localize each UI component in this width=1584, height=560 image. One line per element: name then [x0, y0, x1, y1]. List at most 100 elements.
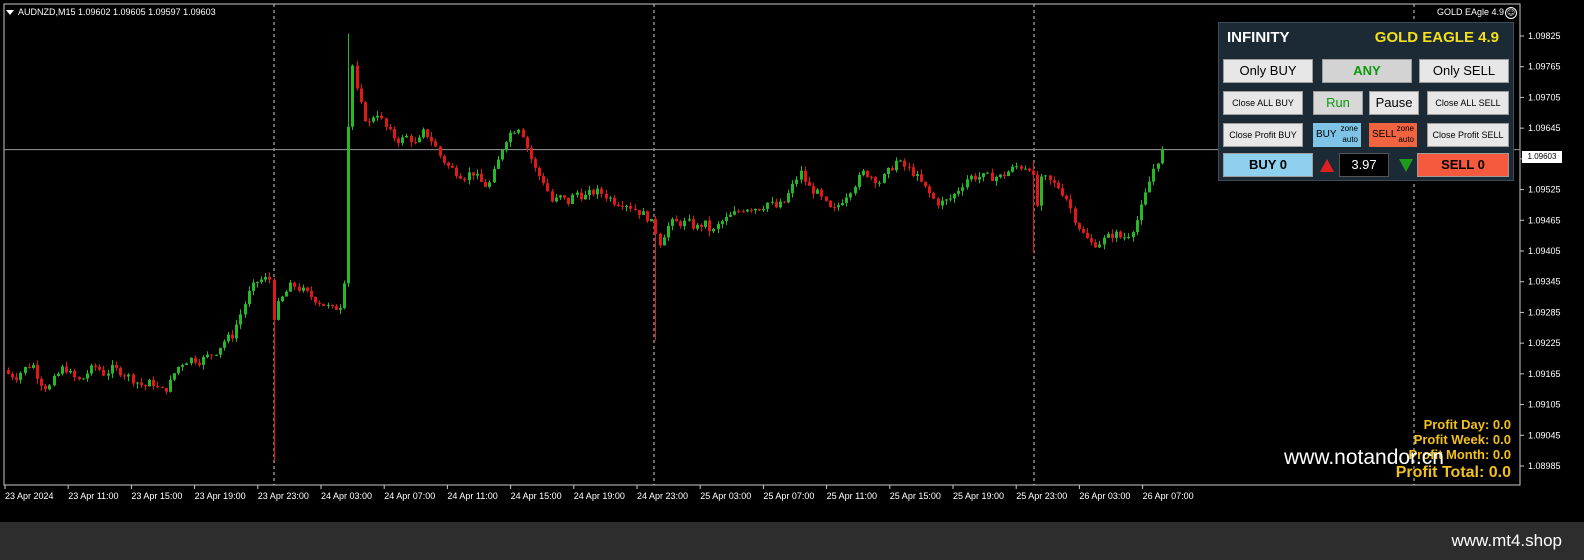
candle-body	[551, 191, 554, 202]
pause-button[interactable]: Pause	[1369, 91, 1419, 115]
y-tick-label: 1.09405	[1528, 246, 1561, 256]
candle-body	[86, 373, 89, 379]
candle-body	[393, 129, 396, 139]
close-all-sell-button[interactable]: Close ALL SELL	[1427, 91, 1509, 115]
candle-body	[758, 208, 761, 211]
candle-body	[1148, 181, 1151, 193]
lot-up-arrow-icon[interactable]	[1320, 159, 1334, 172]
candle-body	[1020, 166, 1023, 169]
candle-body	[679, 221, 682, 227]
candle-body	[584, 194, 587, 200]
candle-body	[223, 341, 226, 348]
candle-body	[825, 196, 828, 201]
mt4-chart-window: 1.098251.097651.097051.096451.095851.095…	[0, 0, 1584, 560]
candle-body	[638, 210, 641, 215]
candle-body	[696, 224, 699, 229]
candle-body	[1157, 163, 1160, 169]
candle-body	[90, 365, 93, 374]
candle-body	[978, 177, 981, 180]
candle-body	[937, 198, 940, 206]
candle-body	[24, 367, 27, 373]
candle-body	[132, 374, 135, 384]
candle-body	[1111, 233, 1114, 238]
close-profit-buy-button[interactable]: Close Profit BUY	[1223, 123, 1303, 147]
x-tick-label: 26 Apr 03:00	[1079, 491, 1130, 501]
candle-body	[1049, 175, 1052, 181]
candle-body	[36, 365, 39, 379]
candle-body	[360, 88, 363, 103]
candle-body	[945, 199, 948, 201]
close-profit-sell-button[interactable]: Close Profit SELL	[1427, 123, 1509, 147]
candle-body	[1078, 223, 1081, 229]
sell-zone-auto-button[interactable]: SELL zone auto	[1369, 123, 1417, 147]
candle-body	[866, 170, 869, 177]
only-buy-button[interactable]: Only BUY	[1223, 59, 1313, 83]
candle-body	[1103, 237, 1106, 245]
lot-size-field[interactable]: 3.97	[1339, 153, 1389, 177]
candle-body	[459, 176, 462, 179]
candle-body	[829, 200, 832, 208]
candle-body	[7, 370, 10, 374]
candle-body	[136, 382, 139, 384]
candle-body	[737, 211, 740, 213]
candle-body	[534, 158, 537, 168]
candle-body	[165, 387, 168, 392]
candle-body	[625, 206, 628, 208]
candle-body	[717, 224, 720, 229]
candle-body	[82, 378, 85, 380]
candle-body	[700, 224, 703, 227]
buy-count-button[interactable]: BUY 0	[1223, 153, 1313, 177]
symbol-info: AUDNZD,M15 1.09602 1.09605 1.09597 1.096…	[6, 7, 216, 17]
candle-body	[991, 172, 994, 181]
candle-body	[908, 166, 911, 168]
footer-url: www.mt4.shop	[1451, 531, 1562, 550]
candle-body	[173, 373, 176, 380]
y-tick-label: 1.09705	[1528, 92, 1561, 102]
candle-body	[144, 384, 147, 387]
candle-body	[605, 193, 608, 199]
candle-body	[999, 174, 1002, 178]
any-mode-button[interactable]: ANY	[1322, 59, 1412, 83]
candle-body	[335, 306, 338, 310]
current-price-label: 1.09603	[1522, 151, 1562, 163]
ea-name-label: GOLD EAgle 4.9	[1436, 7, 1504, 17]
candle-body	[762, 208, 765, 211]
x-tick-label: 24 Apr 03:00	[321, 491, 372, 501]
y-tick-label: 1.08985	[1528, 461, 1561, 471]
candle-body	[891, 167, 894, 171]
candle-body	[107, 373, 110, 376]
candle-body	[11, 373, 14, 378]
candle-body	[405, 135, 408, 138]
candle-body	[841, 203, 844, 206]
candle-body	[941, 200, 944, 206]
candle-body	[65, 366, 68, 373]
candle-body	[771, 201, 774, 203]
buy-zone-auto-button[interactable]: BUY zone auto	[1313, 123, 1361, 147]
candle-body	[878, 182, 881, 184]
y-tick-label: 1.09225	[1528, 338, 1561, 348]
candle-body	[15, 377, 18, 380]
candle-body	[542, 176, 545, 184]
candle-body	[576, 192, 579, 195]
x-tick-label: 24 Apr 15:00	[511, 491, 562, 501]
only-sell-button[interactable]: Only SELL	[1419, 59, 1509, 83]
candle-body	[422, 129, 425, 138]
candle-body	[854, 186, 857, 194]
close-all-buy-button[interactable]: Close ALL BUY	[1223, 91, 1303, 115]
candle-body	[202, 357, 205, 365]
candle-body	[617, 204, 620, 206]
candle-body	[646, 211, 649, 222]
profit-day: Profit Day: 0.0	[1423, 417, 1511, 432]
candle-body	[1115, 231, 1118, 238]
buy-zone-word: zone	[1340, 124, 1358, 133]
candle-body	[347, 126, 350, 284]
sell-count-button[interactable]: SELL 0	[1417, 153, 1509, 177]
candle-body	[443, 155, 446, 163]
candle-body	[98, 366, 101, 370]
candle-body	[654, 218, 657, 234]
dropdown-triangle-icon[interactable]	[6, 10, 14, 16]
x-tick-label: 23 Apr 19:00	[195, 491, 246, 501]
candle-body	[231, 334, 234, 339]
run-button[interactable]: Run	[1313, 91, 1363, 115]
lot-down-arrow-icon[interactable]	[1399, 159, 1413, 172]
